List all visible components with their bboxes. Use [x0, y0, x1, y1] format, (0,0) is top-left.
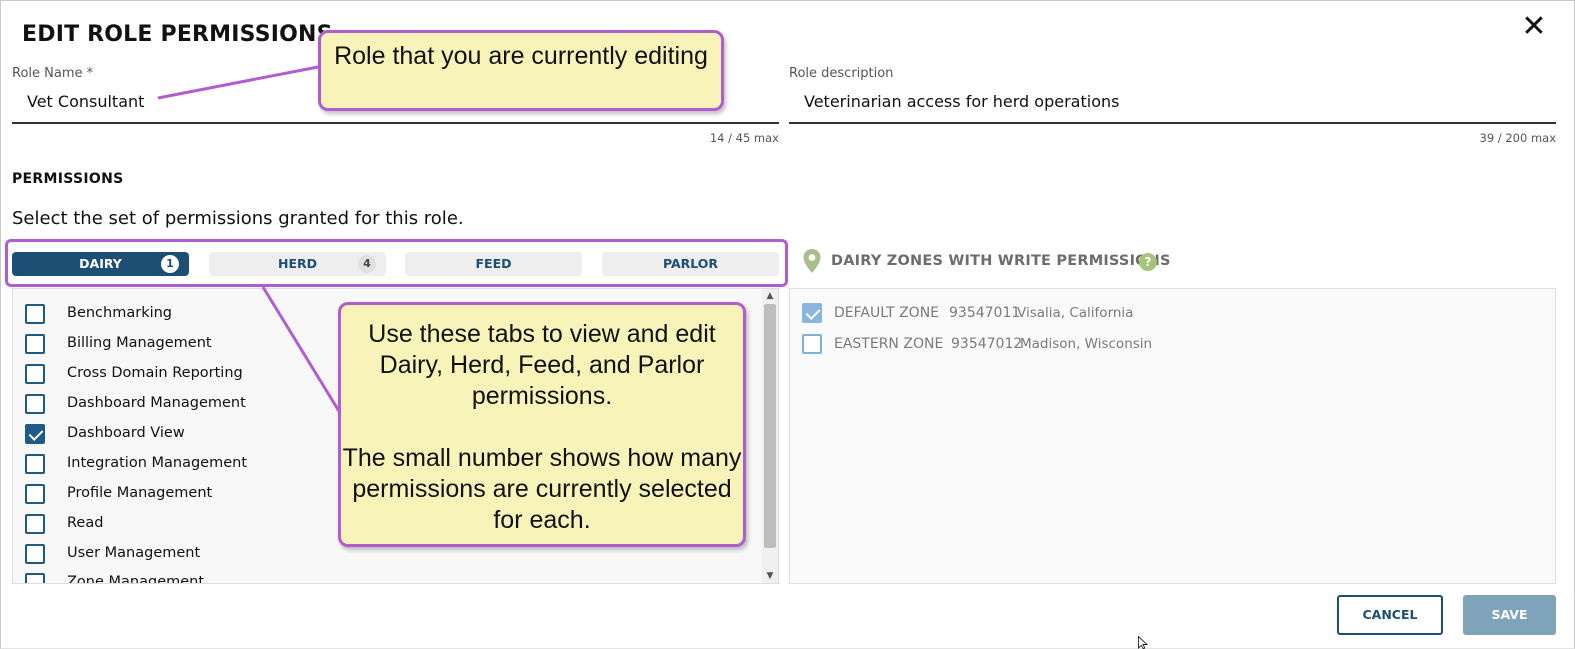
role-name-underline [12, 122, 779, 124]
mouse-cursor-icon [1138, 636, 1148, 649]
tabs-highlight-box [5, 239, 788, 287]
checkbox[interactable] [25, 544, 45, 564]
checkbox[interactable] [25, 484, 45, 504]
role-name-input[interactable]: Vet Consultant [27, 92, 144, 111]
zone-name: EASTERN ZONE [834, 336, 944, 352]
checkbox[interactable] [25, 394, 45, 414]
permissions-subtitle: Select the set of permissions granted fo… [12, 208, 464, 229]
role-description-label: Role description [789, 66, 894, 81]
permission-label: Cross Domain Reporting [67, 365, 243, 381]
permission-label: Profile Management [67, 485, 213, 501]
permission-label: Billing Management [67, 335, 212, 351]
zone-checkbox[interactable] [802, 334, 822, 354]
role-description-counter: 39 / 200 max [1479, 131, 1556, 145]
save-button[interactable]: SAVE [1463, 595, 1556, 635]
dialog-title: EDIT ROLE PERMISSIONS [22, 22, 333, 47]
zone-checkbox-checked[interactable] [802, 303, 822, 323]
tabs-callout-text-2: The small number shows how many permissi… [342, 444, 742, 534]
zone-name: DEFAULT ZONE [834, 305, 940, 321]
checkbox[interactable] [25, 364, 45, 384]
zone-location: Visalia, California [1017, 305, 1134, 321]
permission-label: Benchmarking [67, 305, 173, 321]
zones-title: DAIRY ZONES WITH WRITE PERMISSIONS [831, 253, 1171, 269]
checkbox-checked[interactable] [25, 424, 45, 444]
tabs-callout: Use these tabs to view and edit Dairy, H… [338, 302, 746, 547]
close-icon[interactable]: ✕ [1520, 12, 1548, 42]
permissions-scrollbar[interactable]: ▲ ▼ [762, 289, 778, 583]
permission-label: Dashboard View [67, 425, 185, 441]
scroll-thumb[interactable] [764, 304, 776, 548]
cancel-button[interactable]: CANCEL [1337, 595, 1443, 635]
role-description-underline [789, 122, 1556, 124]
location-pin-icon [803, 249, 821, 273]
checkbox[interactable] [25, 454, 45, 474]
checkbox[interactable] [25, 304, 45, 324]
role-callout: Role that you are currently editing [318, 30, 724, 111]
checkbox[interactable] [25, 573, 45, 583]
role-name-counter: 14 / 45 max [709, 131, 779, 145]
zone-id: 93547012 [951, 336, 1023, 352]
chevron-down-icon[interactable]: ▼ [762, 569, 778, 583]
zone-location: Madison, Wisconsin [1020, 336, 1153, 352]
help-icon[interactable]: ? [1139, 253, 1157, 271]
permission-label: Zone Management [67, 574, 205, 584]
checkbox[interactable] [25, 334, 45, 354]
tabs-callout-text-1: Use these tabs to view and edit Dairy, H… [368, 320, 716, 410]
permissions-title: PERMISSIONS [12, 171, 124, 187]
role-description-input[interactable]: Veterinarian access for herd operations [804, 92, 1119, 111]
checkbox[interactable] [25, 514, 45, 534]
role-name-label: Role Name * [12, 66, 94, 81]
permission-label: Read [67, 515, 104, 531]
zone-id: 93547011 [949, 305, 1021, 321]
zones-list: DEFAULT ZONE 93547011 Visalia, Californi… [789, 288, 1556, 584]
permission-label: Integration Management [67, 455, 248, 471]
chevron-up-icon[interactable]: ▲ [762, 289, 778, 303]
permission-label: Dashboard Management [67, 395, 246, 411]
permission-label: User Management [67, 545, 201, 561]
